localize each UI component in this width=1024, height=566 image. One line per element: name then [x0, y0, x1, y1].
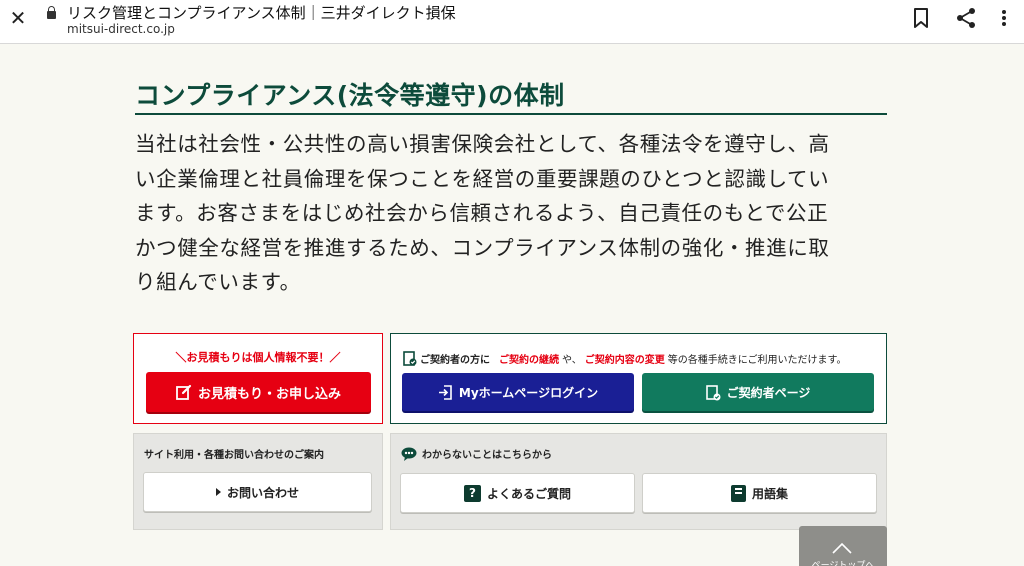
- clipboard-check-icon: [705, 384, 721, 400]
- paragraph-line: 当社は社会性・公共性の高い損害保険会社として、各種法令を遵守し、高: [135, 132, 830, 156]
- chat-bubble-icon: [401, 447, 417, 461]
- contract-prefix: ご契約者の方に: [420, 354, 490, 366]
- glossary-label: 用語集: [751, 486, 788, 501]
- estimate-panel: ＼お見積もりは個人情報不要！／ お見積もり・お申し込み: [133, 333, 383, 424]
- estimate-note: ＼お見積もりは個人情報不要！／: [175, 351, 341, 364]
- estimate-apply-button[interactable]: お見積もり・お申し込み: [146, 372, 371, 412]
- help-heading-row: わからないことはこちらから: [401, 446, 552, 461]
- login-icon: [438, 384, 452, 400]
- glossary-button[interactable]: 用語集: [642, 473, 877, 513]
- chevron-up-icon: [832, 542, 852, 554]
- contractor-page-button[interactable]: ご契約者ページ: [642, 373, 874, 411]
- inquiry-label: お問い合わせ: [226, 485, 299, 500]
- contract-description: ご契約者の方に ご契約の継続 や、 ご契約内容の変更 等の各種手続きにご利用いただけま…: [403, 350, 847, 366]
- question-icon: ?: [463, 484, 481, 502]
- estimate-apply-label: お見積もり・お申し込み: [197, 386, 341, 402]
- clipboard-check-icon: [403, 351, 417, 366]
- faq-label: よくあるご質問: [486, 486, 571, 501]
- page-top-label: ページトップへ: [811, 561, 875, 566]
- my-homepage-login-button[interactable]: Myホームページログイン: [402, 373, 634, 411]
- contractor-page-label: ご契約者ページ: [726, 385, 811, 400]
- title-underline: [135, 113, 887, 115]
- inquiry-button[interactable]: お問い合わせ: [143, 472, 372, 512]
- triangle-right-icon: [215, 488, 221, 496]
- more-menu-icon[interactable]: [997, 8, 1011, 28]
- share-icon[interactable]: [955, 7, 977, 29]
- section-title: コンプライアンス(法令等遵守)の体制: [135, 81, 565, 110]
- faq-button[interactable]: ? よくあるご質問: [400, 473, 635, 513]
- my-homepage-login-label: Myホームページログイン: [458, 385, 599, 400]
- paragraph-line: ます。お客さまをはじめ社会から信頼されるよう、自己責任のもとで公正: [135, 201, 829, 225]
- book-icon: [730, 484, 746, 502]
- contract-panel: ご契約者の方に ご契約の継続 や、 ご契約内容の変更 等の各種手続きにご利用いただけま…: [390, 333, 887, 424]
- contract-highlight-renewal: ご契約の継続: [499, 354, 559, 366]
- site-info-heading: サイト利用・各種お問い合わせのご案内: [144, 450, 324, 461]
- bookmark-icon[interactable]: [913, 8, 929, 28]
- help-panel: わからないことはこちらから ? よくあるご質問 用語集: [390, 433, 887, 530]
- compliance-paragraph: 当社は社会性・公共性の高い損害保険会社として、各種法令を遵守し、高 い企業倫理と…: [135, 127, 887, 300]
- browser-toolbar: ✕ リスク管理とコンプライアンス体制｜三井ダイレクト損保 mitsui-dire…: [0, 0, 1024, 44]
- contract-suffix: 等の各種手続きにご利用いただけます。: [667, 354, 847, 366]
- close-icon[interactable]: ✕: [6, 6, 30, 30]
- contract-mid-text: や、: [562, 354, 582, 366]
- paragraph-line: り組んでいます。: [135, 270, 301, 294]
- lock-icon: [47, 6, 56, 19]
- site-info-panel: サイト利用・各種お問い合わせのご案内 お問い合わせ: [133, 433, 383, 530]
- page-title: リスク管理とコンプライアンス体制｜三井ダイレクト損保: [67, 4, 456, 22]
- edit-icon: [176, 384, 192, 400]
- help-heading: わからないことはこちらから: [422, 450, 552, 461]
- paragraph-line: い企業倫理と社員倫理を保つことを経営の重要課題のひとつと認識してい: [135, 166, 830, 191]
- paragraph-line: かつ健全な経営を推進するため、コンプライアンス体制の強化・推進に取: [135, 235, 830, 260]
- contract-highlight-change: ご契約内容の変更: [584, 354, 665, 366]
- page-top-button[interactable]: ページトップへ: [799, 526, 887, 566]
- url-text[interactable]: mitsui-direct.co.jp: [67, 22, 175, 36]
